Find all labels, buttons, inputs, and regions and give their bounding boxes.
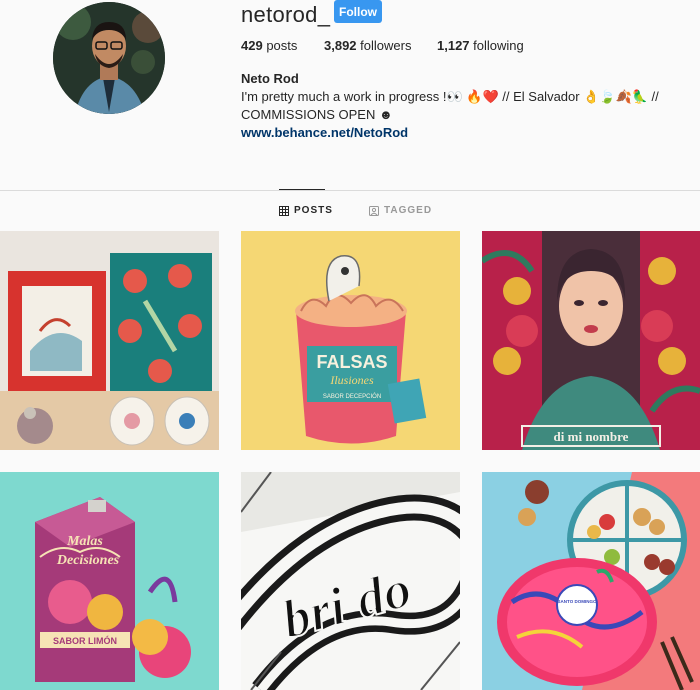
post-4-title: Malas [66, 534, 103, 549]
posts-count: 429 [241, 38, 263, 53]
post-4-flavor: SABOR LIMÓN [53, 635, 117, 646]
following-count: 1,127 [437, 38, 470, 53]
tab-tagged-label: TAGGED [384, 205, 433, 216]
tab-tagged[interactable]: TAGGED [369, 205, 432, 216]
tab-posts[interactable]: POSTS [279, 205, 333, 216]
post-5-image: bri do [241, 472, 460, 690]
post-6-image: SANTO DOMINGO [482, 472, 700, 690]
tag-icon [369, 205, 379, 216]
stat-following[interactable]: 1,127 following [437, 38, 524, 53]
post-3-title: di mi nombre [554, 429, 629, 444]
profile-username: netorod_ [241, 2, 331, 27]
post-4-subtitle: Decisiones [56, 553, 120, 568]
post-thumbnail-6[interactable]: SANTO DOMINGO [482, 472, 700, 690]
post-2-flavor: SABOR DECEPCIÓN [323, 393, 381, 400]
following-label: following [473, 38, 524, 53]
bio-line-1: I'm pretty much a work in progress !👀 🔥❤… [241, 89, 659, 104]
post-3-image: di mi nombre [482, 231, 700, 450]
post-thumbnail-1[interactable] [0, 231, 219, 450]
post-1-image [0, 231, 219, 450]
post-thumbnail-2[interactable]: FALSAS Ilusiones SABOR DECEPCIÓN [241, 231, 460, 450]
active-tab-indicator [279, 189, 325, 190]
post-2-image: FALSAS Ilusiones SABOR DECEPCIÓN [241, 231, 460, 450]
profile-bio: Neto Rod I'm pretty much a work in progr… [241, 70, 681, 142]
followers-count: 3,892 [324, 38, 357, 53]
stat-followers[interactable]: 3,892 followers [324, 38, 411, 53]
tabs-divider [0, 190, 700, 191]
profile-avatar[interactable] [53, 2, 165, 114]
post-thumbnail-4[interactable]: Malas Decisiones SABOR LIMÓN [0, 472, 219, 690]
grid-icon [279, 205, 289, 216]
post-6-label: SANTO DOMINGO [558, 599, 597, 604]
bio-line-2: COMMISSIONS OPEN ☻ [241, 107, 393, 122]
post-thumbnail-5[interactable]: bri do [241, 472, 460, 690]
post-2-subtitle: Ilusiones [329, 373, 374, 387]
tab-posts-label: POSTS [294, 205, 333, 216]
post-4-image: Malas Decisiones SABOR LIMÓN [0, 472, 219, 690]
post-2-title: FALSAS [316, 352, 387, 372]
follow-button[interactable]: Follow [334, 0, 382, 23]
post-thumbnail-3[interactable]: di mi nombre [482, 231, 700, 450]
avatar-image [53, 2, 165, 114]
profile-website-link[interactable]: www.behance.net/NetoRod [241, 125, 408, 140]
posts-label: posts [266, 38, 298, 53]
followers-label: followers [360, 38, 412, 53]
stat-posts: 429 posts [241, 38, 297, 53]
profile-full-name: Neto Rod [241, 71, 299, 86]
